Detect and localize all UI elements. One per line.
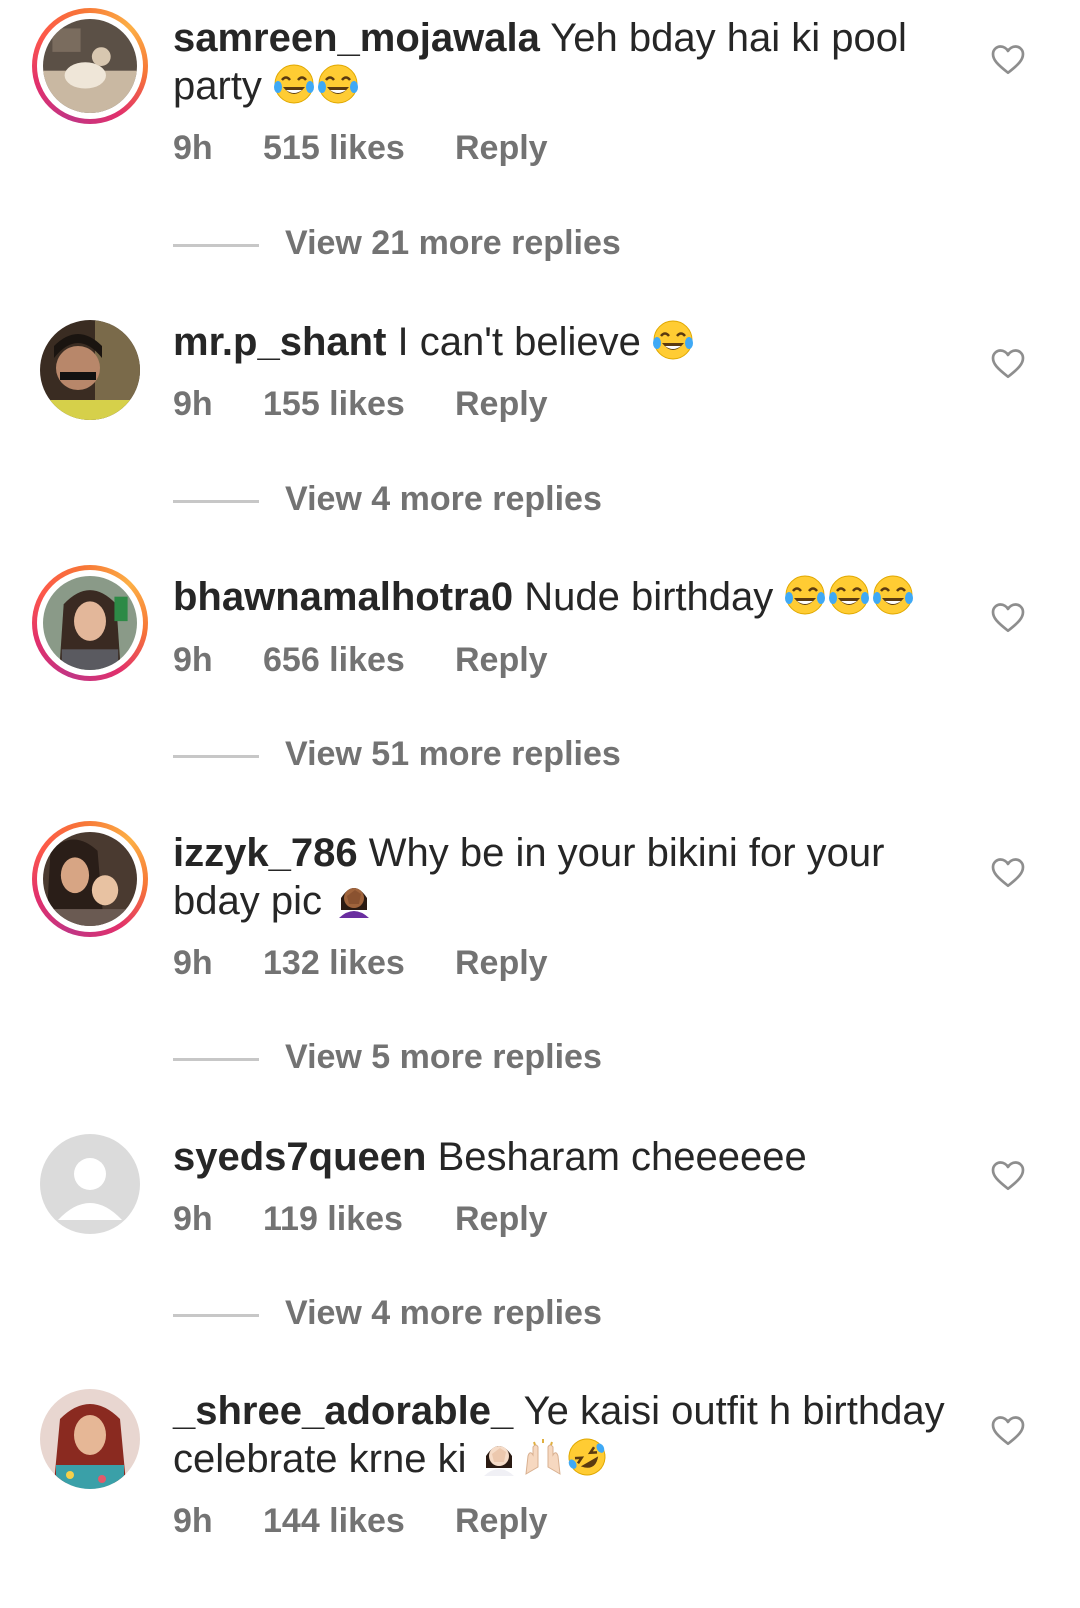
reply-button[interactable]: Reply bbox=[455, 128, 548, 168]
comment-meta: 9h 119 likes Reply bbox=[173, 1199, 548, 1239]
avatar-photo bbox=[43, 832, 137, 926]
view-replies-label: View 5 more replies bbox=[285, 1038, 602, 1076]
avatar[interactable] bbox=[32, 1381, 148, 1497]
comment-time: 9h bbox=[173, 1200, 213, 1238]
comment-likes[interactable]: 656 likes bbox=[263, 640, 455, 680]
view-replies-button[interactable]: View 4 more replies bbox=[173, 1293, 602, 1333]
view-replies-button[interactable]: View 51 more replies bbox=[173, 734, 621, 774]
avatar-photo bbox=[40, 320, 140, 420]
face-with-tears-of-joy-icon bbox=[872, 574, 914, 616]
woman-facepalming-icon bbox=[478, 1436, 520, 1478]
reply-button[interactable]: Reply bbox=[455, 640, 548, 680]
heart-icon[interactable] bbox=[990, 600, 1026, 636]
avatar[interactable] bbox=[32, 821, 148, 937]
comment-username[interactable]: samreen_mojawala bbox=[173, 16, 540, 60]
view-replies-button[interactable]: View 5 more replies bbox=[173, 1037, 602, 1077]
view-replies-label: View 51 more replies bbox=[285, 735, 621, 773]
comment-time: 9h bbox=[173, 385, 213, 423]
avatar-photo bbox=[43, 576, 137, 670]
replies-divider bbox=[173, 499, 259, 503]
woman-facepalming-icon bbox=[333, 878, 375, 920]
face-with-tears-of-joy-icon bbox=[784, 574, 826, 616]
view-replies-label: View 4 more replies bbox=[285, 480, 602, 518]
comment-username[interactable]: syeds7queen bbox=[173, 1135, 426, 1179]
comment-likes[interactable]: 515 likes bbox=[263, 128, 455, 168]
reply-button[interactable]: Reply bbox=[455, 384, 548, 424]
view-replies-label: View 21 more replies bbox=[285, 224, 621, 262]
comment-text: Nude birthday bbox=[524, 575, 774, 619]
heart-icon[interactable] bbox=[990, 1158, 1026, 1194]
face-with-tears-of-joy-icon bbox=[652, 319, 694, 361]
avatar-photo bbox=[43, 19, 137, 113]
replies-divider bbox=[173, 243, 259, 247]
face-with-tears-of-joy-icon bbox=[317, 63, 359, 105]
comment-body: _shree_adorable_ Ye kaisi outfit h birth… bbox=[173, 1387, 963, 1483]
heart-icon[interactable] bbox=[990, 346, 1026, 382]
view-replies-label: View 4 more replies bbox=[285, 1294, 602, 1332]
comment-text: I can't believe bbox=[397, 320, 641, 364]
comment-username[interactable]: _shree_adorable_ bbox=[173, 1389, 513, 1433]
heart-icon[interactable] bbox=[990, 1413, 1026, 1449]
comment-meta: 9h 132 likes Reply bbox=[173, 943, 548, 983]
comment-likes[interactable]: 144 likes bbox=[263, 1501, 455, 1541]
reply-button[interactable]: Reply bbox=[455, 1199, 548, 1239]
comment-body: bhawnamalhotra0 Nude birthday bbox=[173, 573, 963, 621]
comment-username[interactable]: mr.p_shant bbox=[173, 320, 386, 364]
comment-meta: 9h 515 likes Reply bbox=[173, 128, 548, 168]
comment-meta: 9h 656 likes Reply bbox=[173, 640, 548, 680]
comment-body: samreen_mojawala Yeh bday hai ki pool pa… bbox=[173, 14, 963, 110]
avatar[interactable] bbox=[32, 8, 148, 124]
view-replies-button[interactable]: View 4 more replies bbox=[173, 479, 602, 519]
heart-icon[interactable] bbox=[990, 42, 1026, 78]
avatar-photo bbox=[40, 1389, 140, 1489]
avatar[interactable] bbox=[32, 1126, 148, 1242]
rolling-on-the-floor-laughing-icon bbox=[566, 1436, 608, 1478]
replies-divider bbox=[173, 754, 259, 758]
comment-likes[interactable]: 119 likes bbox=[263, 1199, 455, 1239]
reply-button[interactable]: Reply bbox=[455, 943, 548, 983]
avatar[interactable] bbox=[32, 312, 148, 428]
face-with-tears-of-joy-icon bbox=[273, 63, 315, 105]
raising-hands-icon bbox=[522, 1436, 564, 1478]
comment-likes[interactable]: 155 likes bbox=[263, 384, 455, 424]
comment-body: syeds7queen Besharam cheeeeee bbox=[173, 1133, 963, 1181]
comment-time: 9h bbox=[173, 1502, 213, 1540]
view-replies-button[interactable]: View 21 more replies bbox=[173, 223, 621, 263]
comment-text: Besharam cheeeeee bbox=[437, 1135, 807, 1179]
comment-username[interactable]: izzyk_786 bbox=[173, 831, 358, 875]
comment-time: 9h bbox=[173, 641, 213, 679]
comment-body: mr.p_shant I can't believe bbox=[173, 318, 963, 366]
face-with-tears-of-joy-icon bbox=[828, 574, 870, 616]
avatar[interactable] bbox=[32, 565, 148, 681]
comment-body: izzyk_786 Why be in your bikini for your… bbox=[173, 829, 963, 925]
comment-username[interactable]: bhawnamalhotra0 bbox=[173, 575, 513, 619]
comment-likes[interactable]: 132 likes bbox=[263, 943, 455, 983]
reply-button[interactable]: Reply bbox=[455, 1501, 548, 1541]
comment-meta: 9h 155 likes Reply bbox=[173, 384, 548, 424]
comment-time: 9h bbox=[173, 129, 213, 167]
heart-icon[interactable] bbox=[990, 855, 1026, 891]
replies-divider bbox=[173, 1313, 259, 1317]
comment-meta: 9h 144 likes Reply bbox=[173, 1501, 548, 1541]
replies-divider bbox=[173, 1057, 259, 1061]
default-avatar-icon bbox=[41, 1135, 139, 1233]
comment-time: 9h bbox=[173, 944, 213, 982]
